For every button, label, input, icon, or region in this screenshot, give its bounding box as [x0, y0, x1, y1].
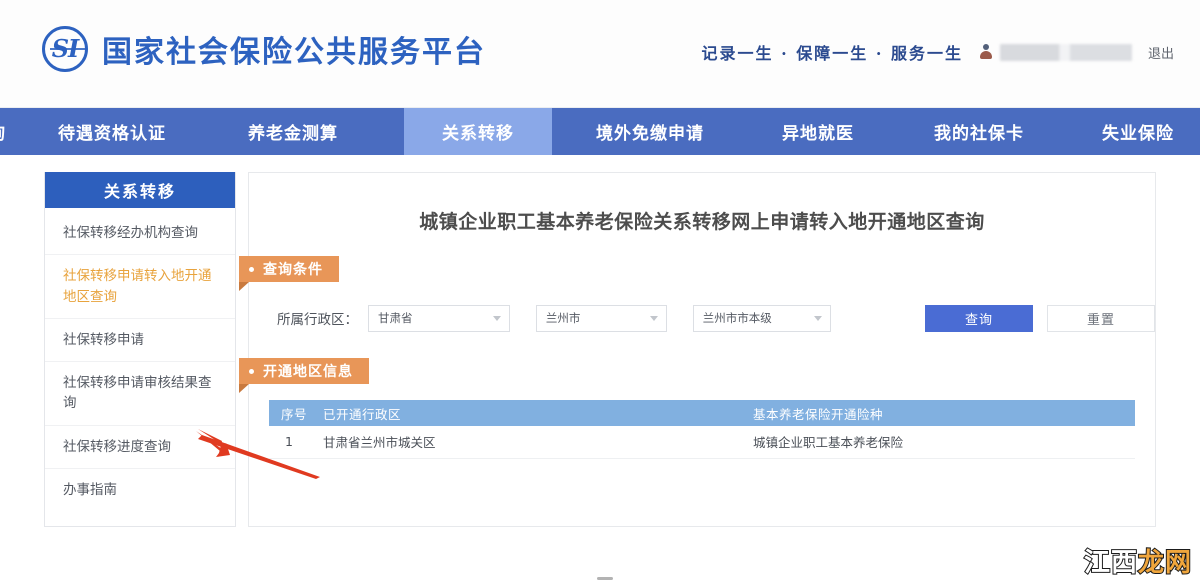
- table-row[interactable]: 1 甘肃省兰州市城关区 城镇企业职工基本养老保险: [269, 426, 1135, 459]
- user-block[interactable]: [979, 43, 1132, 61]
- watermark: 江西龙网: [1083, 548, 1192, 578]
- query-form-row: 所属行政区： 甘肃省 兰州市 兰州市市本级 查询 重置: [249, 304, 1155, 332]
- brand: SI 国家社会保险公共服务平台: [42, 26, 486, 72]
- district-select-value: 兰州市市本级: [702, 311, 772, 325]
- sidebar-item-zhuanyi-shenqing[interactable]: 社保转移申请: [45, 319, 235, 362]
- table-body: 1 甘肃省兰州市城关区 城镇企业职工基本养老保险: [269, 426, 1135, 459]
- cell-index: 1: [269, 426, 315, 459]
- administrative-region-label: 所属行政区：: [277, 312, 358, 328]
- query-button[interactable]: 查询: [925, 304, 1033, 332]
- watermark-text-primary: 江西: [1083, 548, 1138, 578]
- sidebar-list: 社保转移经办机构查询 社保转移申请转入地开通地区查询 社保转移申请 社保转移申请…: [45, 208, 235, 511]
- panel-heading: 城镇企业职工基本养老保险关系转移网上申请转入地开通地区查询: [419, 211, 985, 233]
- result-section-header: 开通地区信息: [239, 358, 1155, 393]
- nav-item-yidi-jiuyi[interactable]: 异地就医: [730, 108, 880, 155]
- city-select-value: 兰州市: [545, 311, 581, 325]
- reset-button[interactable]: 重置: [1047, 304, 1155, 332]
- district-select[interactable]: 兰州市市本级: [692, 304, 831, 332]
- nav-item-wode-shebaoka[interactable]: 我的社保卡: [880, 108, 1050, 155]
- si-logo-icon: SI: [42, 26, 88, 72]
- nav-item-jingwai-mianjiao-shenqing[interactable]: 境外免缴申请: [552, 108, 730, 155]
- ribbon-open-area-info: 开通地区信息: [239, 358, 369, 393]
- user-icon: [979, 44, 993, 60]
- sidebar-item-jindu-chaxun[interactable]: 社保转移进度查询: [45, 426, 235, 469]
- username-masked: [999, 43, 1132, 61]
- province-select[interactable]: 甘肃省: [368, 304, 510, 332]
- table-head: 序号 已开通行政区 基本养老保险开通险种: [269, 400, 1135, 426]
- content-area: 关系转移 社保转移经办机构查询 社保转移申请转入地开通地区查询 社保转移申请 社…: [0, 155, 1200, 582]
- province-select-value: 甘肃省: [378, 311, 413, 325]
- sidebar-item-banshi-zhinan[interactable]: 办事指南: [45, 469, 235, 511]
- si-logo-text: SI: [51, 34, 80, 63]
- sidebar-item-kaitong-diqu-chaxun[interactable]: 社保转移申请转入地开通地区查询: [45, 255, 235, 319]
- site-tagline: 记录一生 · 保障一生 · 服务一生: [701, 44, 963, 63]
- chevron-down-icon: [492, 316, 501, 321]
- nav-item-guanxi-zhuanyi[interactable]: 关系转移: [404, 108, 552, 155]
- sidebar-item-jigou-chaxun[interactable]: 社保转移经办机构查询: [45, 212, 235, 256]
- chevron-down-icon: [649, 316, 658, 321]
- ribbon-query-conditions: 查询条件: [239, 256, 339, 291]
- cell-insurance: 城镇企业职工基本养老保险: [745, 426, 1135, 459]
- query-section-header: 查询条件: [239, 256, 1155, 291]
- table-header-row: 序号 已开通行政区 基本养老保险开通险种: [269, 400, 1135, 426]
- city-select[interactable]: 兰州市: [535, 304, 667, 332]
- sidebar: 关系转移 社保转移经办机构查询 社保转移申请转入地开通地区查询 社保转移申请 社…: [44, 172, 236, 527]
- sidebar-title: 关系转移: [45, 172, 235, 208]
- nav-item-partial[interactable]: 询: [0, 108, 10, 155]
- ribbon-query-label: 查询条件: [263, 262, 323, 278]
- column-header-insurance: 基本养老保险开通险种: [745, 400, 1135, 426]
- sidebar-item-shenhe-jieguo-chaxun[interactable]: 社保转移申请审核结果查询: [45, 362, 235, 426]
- column-header-index: 序号: [269, 400, 315, 426]
- page-title: 国家社会保险公共服务平台: [102, 35, 486, 70]
- bullet-icon: [249, 368, 254, 374]
- logout-button[interactable]: 退出: [1148, 43, 1174, 62]
- cell-area: 甘肃省兰州市城关区: [315, 426, 745, 459]
- nav-item-yanglaojin-cesuan[interactable]: 养老金测算: [192, 108, 364, 155]
- nav-item-daiyu-zige-renzheng[interactable]: 待遇资格认证: [10, 108, 192, 155]
- main-navigation: 询 待遇资格认证 养老金测算 关系转移 境外免缴申请 异地就医 我的社保卡 失业…: [0, 108, 1200, 155]
- header-right: 记录一生 · 保障一生 · 服务一生 退出: [702, 40, 1174, 64]
- site-header: SI 国家社会保险公共服务平台 记录一生 · 保障一生 · 服务一生 退出: [0, 0, 1200, 108]
- page-bottom-marker: [597, 577, 613, 580]
- ribbon-result-label: 开通地区信息: [263, 364, 353, 380]
- column-header-area: 已开通行政区: [315, 400, 745, 426]
- nav-item-shiye-baoxian[interactable]: 失业保险: [1050, 108, 1200, 155]
- watermark-text-secondary: 龙网: [1137, 548, 1192, 578]
- bullet-icon: [249, 266, 254, 272]
- chevron-down-icon: [814, 316, 822, 321]
- open-area-table: 序号 已开通行政区 基本养老保险开通险种 1 甘肃省兰州市城关区 城镇企业职工基…: [269, 400, 1135, 459]
- main-panel: 城镇企业职工基本养老保险关系转移网上申请转入地开通地区查询 查询条件 所属行政区…: [239, 172, 1156, 527]
- page-root: SI 国家社会保险公共服务平台 记录一生 · 保障一生 · 服务一生 退出 询 …: [0, 0, 1200, 582]
